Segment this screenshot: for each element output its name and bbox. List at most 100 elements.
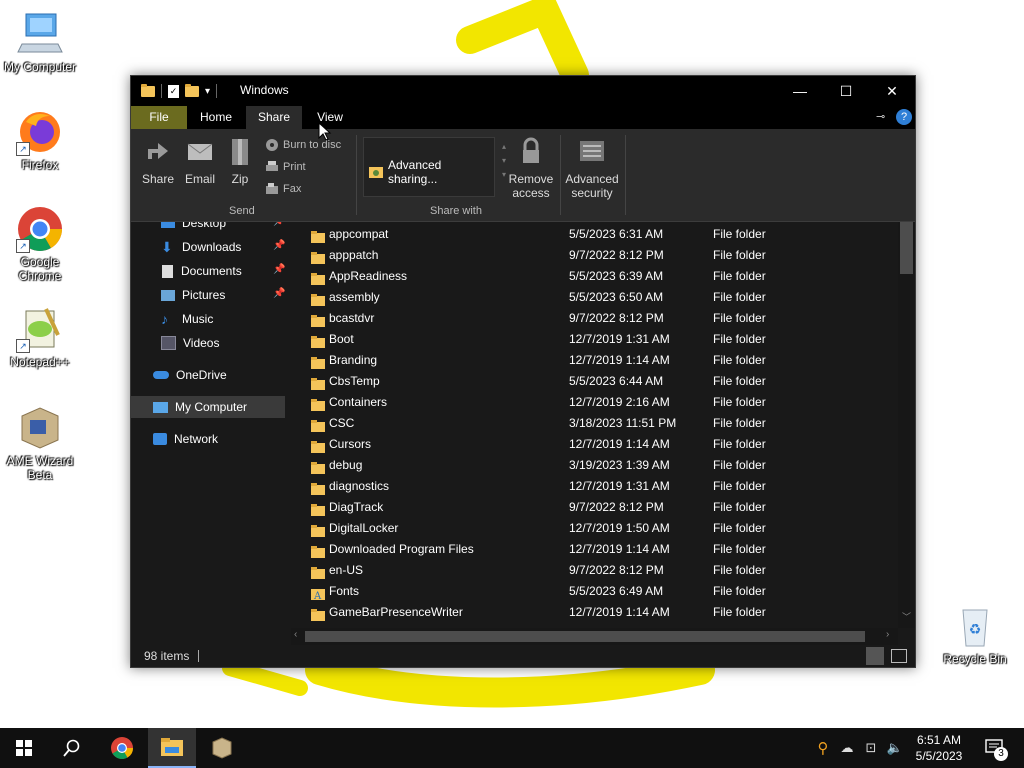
vertical-scrollbar[interactable]: ︿ ﹀ [898,222,915,628]
advanced-sharing-item[interactable]: Advanced sharing... [368,158,494,186]
nav-item-videos[interactable]: Videos [161,332,219,354]
nav-item-pictures[interactable]: Pictures [161,284,225,306]
file-row[interactable]: assembly 5/5/2023 6:50 AM File folder [301,287,902,308]
share-icon [141,137,175,168]
properties-icon[interactable]: ✓ [168,84,179,98]
zip-button[interactable]: Zip [225,137,255,186]
nav-item-desktop[interactable]: Desktop [161,222,226,234]
close-button[interactable]: ✕ [869,76,915,106]
notification-count-badge: 3 [994,747,1008,761]
chrome-icon: ↗ [16,205,64,253]
nav-item-downloads[interactable]: ⬇ Downloads [161,236,241,258]
tray-search-icon[interactable]: ⚲ [812,728,834,768]
scroll-down-icon[interactable]: ﹀ [902,610,911,623]
remove-access-button[interactable]: Remove access [506,137,556,200]
customize-qat-icon[interactable]: ▾ [205,86,210,97]
action-center-button[interactable]: 3 [976,728,1016,768]
file-row[interactable]: DigitalLocker 12/7/2019 1:50 AM File folde… [301,518,902,539]
file-row[interactable]: CSC 3/18/2023 11:51 PM File folder [301,413,902,434]
file-row[interactable]: Boot 12/7/2019 1:31 AM File folder [301,329,902,350]
file-type: File folder [713,290,766,304]
tab-home[interactable]: Home [189,106,243,129]
advanced-security-button[interactable]: Advanced security [564,137,620,200]
nav-item-network[interactable]: Network [153,428,218,450]
taskbar-ame-wizard-button[interactable] [198,728,246,768]
nav-item-my-computer[interactable]: My Computer [131,396,285,418]
fax-icon [266,183,278,194]
minimize-button[interactable]: — [777,76,823,106]
title-bar[interactable]: ✓ ▾ Windows — ☐ ✕ [131,76,915,106]
file-name: en-US [329,563,364,577]
file-row[interactable]: debug 3/19/2023 1:39 AM File folder [301,455,902,476]
print-icon [266,161,278,171]
documents-icon [162,264,173,278]
print-button[interactable]: Print [265,160,306,174]
file-row[interactable]: Containers 12/7/2019 2:16 AM File folder [301,392,902,413]
file-row[interactable]: DiagTrack 9/7/2022 8:12 PM File folder [301,497,902,518]
file-row[interactable]: Cursors 12/7/2019 1:14 AM File folder [301,434,902,455]
desktop-icon-my-computer[interactable]: My Computer [0,10,80,74]
file-row[interactable]: diagnostics 12/7/2019 1:31 AM File folder [301,476,902,497]
desktop-icon-chrome[interactable]: ↗ Google Chrome [0,205,80,283]
pin-icon: 📌 [273,222,285,227]
file-row[interactable]: appcompat 5/5/2023 6:31 AM File folder [301,224,902,245]
tray-network-icon[interactable]: ⊡ [860,728,882,768]
file-type: File folder [713,458,766,472]
desktop-icon-recycle-bin[interactable]: ♻ Recycle Bin [935,602,1015,666]
file-date: 9/7/2022 8:12 PM [569,500,664,514]
clock-date: 5/5/2023 [915,749,963,763]
share-button[interactable]: Share [141,137,175,186]
clock[interactable]: 6:51 AM 5/5/2023 [908,728,970,768]
scroll-right-icon[interactable]: › [886,629,889,640]
file-date: 5/5/2023 6:31 AM [569,227,664,241]
clock-time: 6:51 AM [916,733,962,747]
scroll-thumb[interactable] [305,631,865,642]
desktop-icon-ame-wizard[interactable]: AME Wizard Beta [0,404,80,482]
file-row[interactable]: A Fonts 5/5/2023 6:49 AM File folder [301,581,902,602]
taskbar-chrome-button[interactable] [98,728,146,768]
file-date: 5/5/2023 6:39 AM [569,269,664,283]
pin-ribbon-icon[interactable]: ⊸ [876,110,885,123]
scroll-thumb[interactable] [900,222,913,274]
desktop-icon-notepadpp[interactable]: ↗ Notepad++ [0,305,80,369]
file-row[interactable]: en-US 9/7/2022 8:12 PM File folder [301,560,902,581]
shortcut-arrow-icon: ↗ [16,339,30,353]
file-type: File folder [713,227,766,241]
tray-sync-off-icon[interactable]: ☁ [836,728,858,768]
email-button[interactable]: Email [183,137,217,186]
tab-share[interactable]: Share [246,106,302,129]
nav-item-onedrive[interactable]: OneDrive [153,364,227,386]
fax-button[interactable]: Fax [265,182,301,196]
new-folder-icon[interactable] [185,83,199,97]
nav-item-music[interactable]: ♪ Music [161,308,213,330]
group-send-label: Send [229,205,255,217]
search-button[interactable] [48,728,96,768]
file-row[interactable]: Downloaded Program Files 12/7/2019 1:14 A… [301,539,902,560]
start-button[interactable] [0,728,48,768]
search-icon [63,739,80,757]
taskbar-explorer-button[interactable] [148,728,196,768]
scroll-left-icon[interactable]: ‹ [294,629,297,640]
file-name: bcastdvr [329,311,375,325]
file-row[interactable]: apppatch 9/7/2022 8:12 PM File folder [301,245,902,266]
email-label: Email [184,172,215,186]
maximize-button[interactable]: ☐ [823,76,869,106]
horizontal-scrollbar[interactable]: ‹ › [291,628,898,645]
large-icons-view-icon[interactable] [891,649,907,663]
file-row[interactable]: AppReadiness 5/5/2023 6:39 AM File folder [301,266,902,287]
nav-item-documents[interactable]: Documents [161,260,242,282]
desktop-icon-firefox[interactable]: ↗ Firefox [0,108,80,172]
help-icon[interactable]: ? [896,109,912,125]
pin-icon: 📌 [273,288,286,299]
file-row[interactable]: Branding 12/7/2019 1:14 AM File folder [301,350,902,371]
file-row[interactable]: bcastdvr 9/7/2022 8:12 PM File folder [301,308,902,329]
file-name: Cursors [329,437,372,451]
share-with-gallery[interactable]: Advanced sharing... ▴ ▾ ▾ [363,137,506,197]
zip-label: Zip [231,172,249,186]
file-row[interactable]: GameBarPresenceWriter 12/7/2019 1:14 AM Fi… [301,602,902,623]
folder-icon [311,607,325,628]
file-row[interactable]: CbsTemp 5/5/2023 6:44 AM File folder [301,371,902,392]
tray-volume-icon[interactable]: 🔈 [884,728,906,768]
details-view-icon[interactable] [866,647,884,665]
tab-file[interactable]: File [131,106,187,129]
